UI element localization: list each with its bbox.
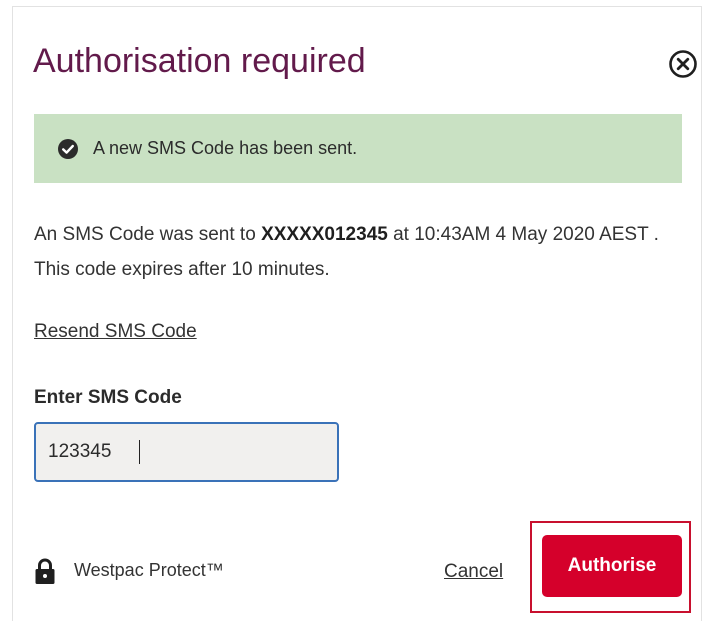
- banner-message: A new SMS Code has been sent.: [93, 138, 358, 158]
- authorise-button[interactable]: Authorise: [542, 535, 682, 597]
- resend-sms-code-link[interactable]: Resend SMS Code: [34, 321, 197, 343]
- lock-icon: [34, 557, 56, 585]
- sms-code-label: Enter SMS Code: [34, 387, 182, 408]
- close-circle-icon: [669, 50, 697, 78]
- cancel-link[interactable]: Cancel: [444, 561, 503, 583]
- masked-phone-number: XXXXX012345: [261, 224, 388, 245]
- success-banner: A new SMS Code has been sent.: [34, 114, 682, 183]
- authorisation-dialog: Authorisation required A new SMS Code ha…: [12, 6, 702, 621]
- text-caret: [139, 440, 140, 464]
- sms-info-text: An SMS Code was sent to XXXXX012345 at 1…: [34, 217, 674, 287]
- check-circle-icon: [57, 138, 79, 160]
- page: Authorisation required A new SMS Code ha…: [0, 0, 712, 621]
- info-prefix: An SMS Code was sent to: [34, 224, 262, 245]
- westpac-protect-label: Westpac Protect™: [74, 560, 224, 580]
- dialog-title: Authorisation required: [33, 42, 366, 80]
- sms-code-input[interactable]: [34, 422, 339, 482]
- close-button[interactable]: [667, 48, 699, 80]
